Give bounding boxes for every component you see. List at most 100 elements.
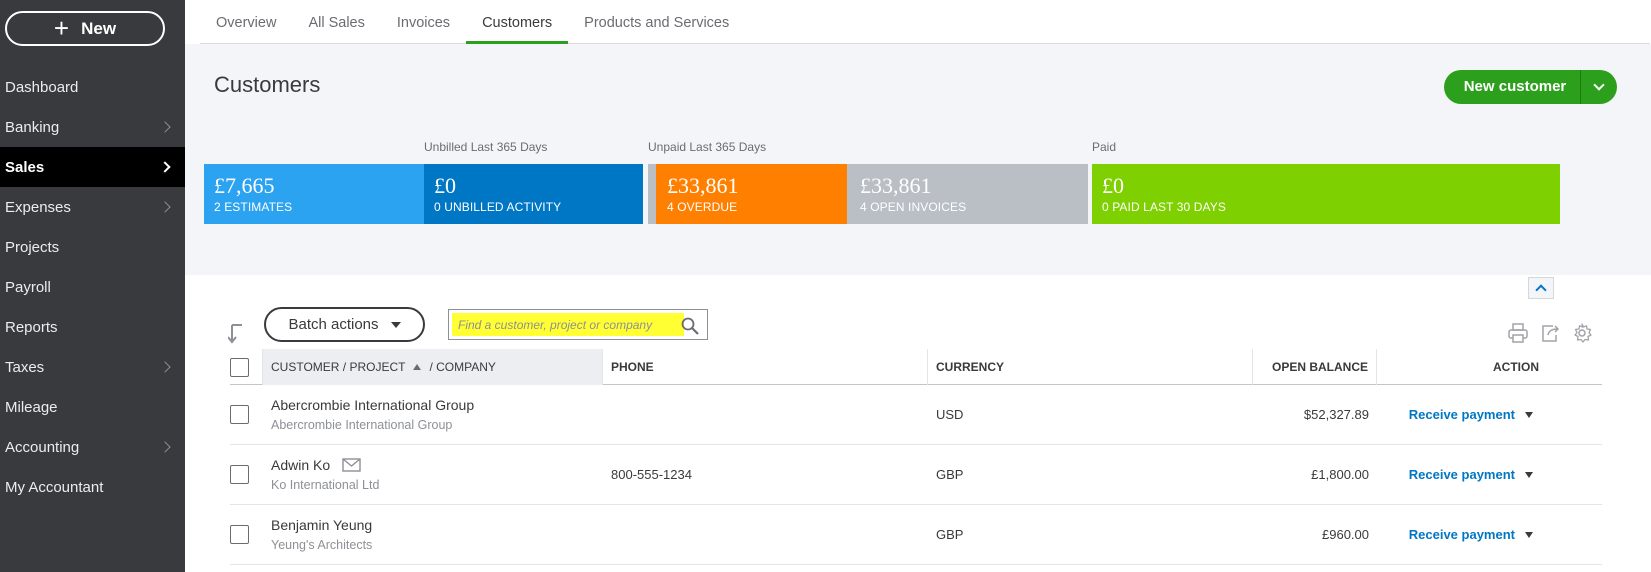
sidebar: + New Dashboard Banking Sales Expenses P… — [0, 0, 185, 572]
action-cell: Receive payment — [1377, 385, 1547, 444]
phone-cell — [603, 385, 928, 444]
sidebar-item-label: Expenses — [5, 198, 71, 216]
unbilled-amount: £0 — [434, 173, 456, 198]
sidebar-item-label: Banking — [5, 118, 60, 136]
open-balance-cell: £960.00 — [1322, 527, 1369, 542]
sidebar-item-mileage[interactable]: Mileage — [0, 387, 185, 427]
sidebar-item-dashboard[interactable]: Dashboard — [0, 67, 185, 107]
batch-actions-label: Batch actions — [288, 316, 379, 333]
paid-amount: £0 — [1102, 173, 1124, 198]
phone-cell — [603, 505, 928, 564]
sidebar-item-label: My Accountant — [5, 478, 104, 496]
open-invoices-card[interactable]: £33,861 4 OPEN INVOICES — [847, 164, 1088, 224]
caret-down-icon[interactable] — [1525, 531, 1533, 538]
sidebar-item-banking[interactable]: Banking — [0, 107, 185, 147]
chevron-right-icon — [159, 161, 171, 173]
customer-search — [448, 309, 708, 340]
sidebar-item-label: Projects — [5, 238, 60, 256]
sidebar-item-projects[interactable]: Projects — [0, 227, 185, 267]
sidebar-item-my-accountant[interactable]: My Accountant — [0, 467, 185, 507]
estimates-label: 2 ESTIMATES — [214, 200, 293, 214]
customers-table: CUSTOMER / PROJECT / COMPANY PHONE CURRE… — [230, 349, 1602, 565]
customer-cell[interactable]: Abercrombie International Group Abercrom… — [263, 385, 603, 444]
row-select-cell — [230, 385, 263, 444]
unpaid-divider — [648, 164, 656, 224]
sidebar-item-label: Dashboard — [5, 78, 79, 96]
tab-all-sales[interactable]: All Sales — [292, 0, 380, 44]
table-header: CUSTOMER / PROJECT / COMPANY PHONE CURRE… — [230, 349, 1602, 385]
row-select-cell — [230, 445, 263, 504]
customer-column-header[interactable]: CUSTOMER / PROJECT / COMPANY — [263, 349, 603, 385]
sidebar-item-label: Accounting — [5, 438, 80, 456]
customer-header-label: CUSTOMER / PROJECT — [271, 360, 406, 374]
table-row[interactable]: Abercrombie International Group Abercrom… — [230, 385, 1602, 445]
new-button[interactable]: + New — [5, 11, 165, 46]
search-input[interactable] — [452, 313, 684, 336]
customer-name[interactable]: Benjamin Yeung — [271, 517, 372, 533]
phone-column-header[interactable]: PHONE — [603, 349, 928, 385]
action-cell: Receive payment — [1377, 445, 1547, 504]
table-row[interactable]: Adwin Ko Ko International Ltd 800-555-12… — [230, 445, 1602, 505]
row-checkbox[interactable] — [230, 525, 249, 544]
currency-column-header[interactable]: CURRENCY — [928, 349, 1253, 385]
batch-actions-button[interactable]: Batch actions — [264, 307, 425, 342]
select-all-cell — [230, 349, 263, 385]
estimates-amount: £7,665 — [214, 173, 275, 198]
receive-payment-link[interactable]: Receive payment — [1409, 527, 1515, 542]
customer-name[interactable]: Adwin Ko — [271, 457, 330, 473]
paid-card[interactable]: £0 0 PAID LAST 30 DAYS — [1092, 164, 1560, 224]
plus-icon: + — [53, 12, 70, 43]
customer-name[interactable]: Abercrombie International Group — [271, 397, 474, 413]
main-content: Overview All Sales Invoices Customers Pr… — [185, 0, 1651, 572]
tab-invoices[interactable]: Invoices — [381, 0, 466, 44]
print-icon[interactable] — [1507, 322, 1529, 344]
chevron-down-icon — [1593, 79, 1605, 91]
caret-down-icon[interactable] — [1525, 471, 1533, 478]
export-icon[interactable] — [1539, 322, 1561, 344]
caret-down-icon[interactable] — [1525, 411, 1533, 418]
new-customer-button[interactable]: New customer — [1444, 70, 1617, 104]
customer-cell[interactable]: Adwin Ko Ko International Ltd — [263, 445, 603, 504]
receive-payment-link[interactable]: Receive payment — [1409, 467, 1515, 482]
sidebar-item-payroll[interactable]: Payroll — [0, 267, 185, 307]
overdue-label: 4 OVERDUE — [667, 200, 738, 214]
customer-cell[interactable]: Benjamin Yeung Yeung's Architects — [263, 505, 603, 564]
app-window: + New Dashboard Banking Sales Expenses P… — [0, 0, 1651, 572]
sidebar-item-expenses[interactable]: Expenses — [0, 187, 185, 227]
select-all-checkbox[interactable] — [230, 357, 249, 377]
unpaid-label: Unpaid Last 365 Days — [648, 140, 767, 154]
tab-customers[interactable]: Customers — [466, 0, 569, 45]
row-checkbox[interactable] — [230, 405, 249, 424]
action-cell: Receive payment — [1377, 505, 1547, 564]
unbilled-activity-label: 0 UNBILLED ACTIVITY — [434, 200, 562, 214]
tab-products-and-services[interactable]: Products and Services — [568, 0, 745, 44]
gear-icon[interactable] — [1571, 322, 1593, 344]
sidebar-item-taxes[interactable]: Taxes — [0, 347, 185, 387]
sidebar-nav: Dashboard Banking Sales Expenses Project… — [0, 67, 185, 507]
sidebar-item-reports[interactable]: Reports — [0, 307, 185, 347]
new-customer-label[interactable]: New customer — [1444, 70, 1581, 104]
tab-overview[interactable]: Overview — [200, 0, 292, 44]
company-header-label: / COMPANY — [429, 360, 496, 374]
open-balance-column-header[interactable]: OPEN BALANCE — [1253, 349, 1377, 385]
sidebar-item-sales[interactable]: Sales — [0, 147, 185, 187]
table-row[interactable]: Benjamin Yeung Yeung's Architects GBP £9… — [230, 505, 1602, 565]
new-customer-dropdown[interactable] — [1581, 79, 1617, 91]
phone-cell: 800-555-1234 — [611, 467, 692, 482]
mail-icon[interactable] — [342, 458, 361, 472]
open-invoices-label: 4 OPEN INVOICES — [860, 200, 967, 214]
sort-ascending-icon — [413, 364, 422, 370]
unbilled-activity-card[interactable]: £0 0 UNBILLED ACTIVITY — [424, 164, 643, 224]
sort-arrow-icon[interactable] — [228, 324, 244, 344]
row-checkbox[interactable] — [230, 465, 249, 484]
sidebar-item-accounting[interactable]: Accounting — [0, 427, 185, 467]
open-balance-cell: £1,800.00 — [1311, 467, 1369, 482]
sidebar-item-label: Payroll — [5, 278, 51, 296]
overdue-card[interactable]: £33,861 4 OVERDUE — [656, 164, 847, 224]
search-icon[interactable] — [681, 317, 699, 335]
collapse-button[interactable] — [1528, 277, 1554, 299]
estimates-card[interactable]: £7,665 2 ESTIMATES — [204, 164, 424, 224]
table-tools — [1507, 322, 1593, 344]
sidebar-item-label: Taxes — [5, 358, 45, 376]
receive-payment-link[interactable]: Receive payment — [1409, 407, 1515, 422]
